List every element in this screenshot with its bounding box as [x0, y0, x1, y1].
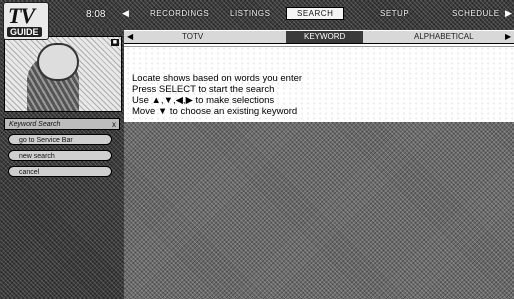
menu-listings[interactable]: LISTINGS: [230, 9, 270, 18]
cancel-button[interactable]: cancel: [8, 166, 112, 177]
clock-time: 8:08: [86, 9, 106, 20]
video-helmet: [37, 43, 79, 81]
info-line-4: Move ▼ to choose an existing keyword: [132, 106, 298, 117]
menu-recordings[interactable]: RECORDINGS: [150, 9, 209, 18]
tv-guide-logo: TV GUIDE: [3, 2, 49, 40]
instructions-box: Locate shows based on words you enter Pr…: [124, 46, 514, 124]
logo-tv-text: TV: [8, 3, 35, 28]
menu-setup[interactable]: SETUP: [380, 9, 409, 18]
info-line-3: Use ▲,▼,◀,▶ to make selections: [132, 95, 275, 106]
go-to-service-bar-button[interactable]: go to Service Bar: [8, 134, 112, 145]
info-line-2: Press SELECT to start the search: [132, 84, 275, 95]
menu-left-arrow-icon[interactable]: ◀: [122, 8, 129, 19]
tab-left-arrow-icon[interactable]: ◀: [127, 32, 133, 41]
tab-alphabetical[interactable]: ALPHABETICAL: [414, 32, 474, 41]
tab-keyword[interactable]: KEYWORD: [286, 31, 364, 43]
top-menu-bar: TV GUIDE 8:08 ◀ RECORDINGS LISTINGS SEAR…: [0, 0, 514, 40]
new-search-button[interactable]: new search: [8, 150, 112, 161]
info-line-1: Locate shows based on words you enter: [132, 73, 303, 84]
logo-guide-text: GUIDE: [7, 27, 42, 37]
panel-title-text: Keyword Search: [9, 121, 61, 128]
left-pane: ■ Keyword Search x go to Service Bar new…: [0, 30, 124, 299]
results-area: [124, 122, 514, 299]
tab-totv[interactable]: TOTV: [182, 32, 203, 41]
menu-schedule[interactable]: SCHEDULE: [452, 9, 500, 18]
menu-search[interactable]: SEARCH: [286, 7, 345, 20]
video-channel-tag: ■: [110, 39, 119, 46]
menu-right-arrow-icon[interactable]: ▶: [505, 8, 512, 19]
close-icon[interactable]: x: [112, 119, 116, 131]
tab-right-arrow-icon[interactable]: ▶: [505, 32, 511, 41]
search-tabs: ◀ TOTV KEYWORD ALPHABETICAL ▶: [124, 31, 514, 44]
keyword-search-panel-title: Keyword Search x: [4, 118, 120, 130]
live-video-preview[interactable]: ■: [4, 36, 122, 112]
